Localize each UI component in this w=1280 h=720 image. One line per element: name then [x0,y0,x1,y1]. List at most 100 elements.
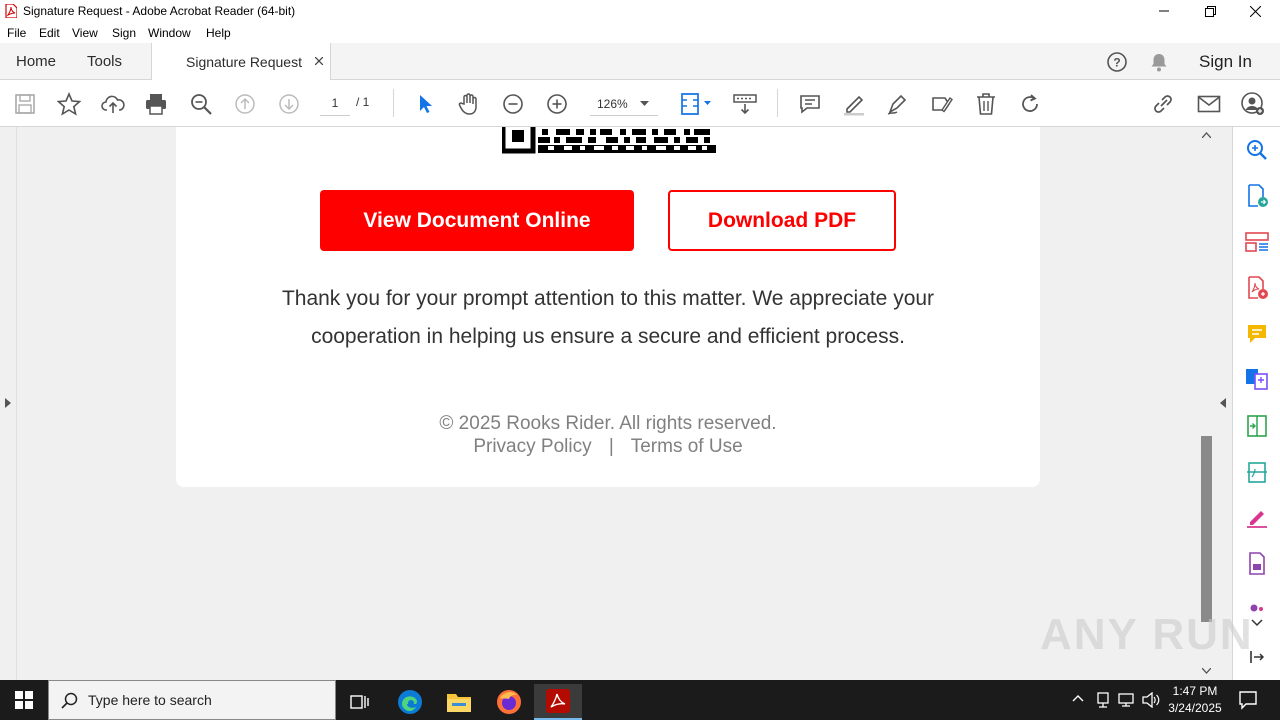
folder-icon [447,694,471,712]
save-button[interactable] [12,91,38,117]
chevron-up-icon[interactable] [1072,694,1084,702]
download-pdf-button[interactable]: Download PDF [668,190,896,251]
page-layout-button[interactable] [676,91,716,117]
create-pdf-tool-button[interactable] [1245,276,1269,300]
expand-left-panel-icon[interactable] [5,398,11,408]
toolbar-divider [393,89,394,117]
scan-ocr-tool-button[interactable] [1245,460,1269,484]
footer-separator: | [608,436,614,457]
copyright-notice: © 2025 Rooks Rider. All rights reserved. [439,413,777,434]
export-pdf-tool-button[interactable] [1245,184,1269,208]
acrobat-reader-icon [546,689,570,713]
view-document-online-button[interactable]: View Document Online [320,190,634,251]
privacy-policy-link[interactable]: Privacy Policy [473,436,591,457]
next-page-button[interactable] [276,91,302,117]
comment-icon [800,95,820,114]
email-button[interactable] [1196,91,1222,117]
page-footer: © 2025 Rooks Rider. All rights reserved.… [176,412,1040,458]
save-icon [15,94,35,114]
notification-center-icon[interactable] [1238,690,1258,710]
page-fit-icon [681,93,711,115]
rotate-button[interactable] [1017,91,1043,117]
minimize-button[interactable] [1141,0,1187,22]
zoom-out-button[interactable] [500,91,526,117]
menu-window[interactable]: Window [148,26,191,40]
tab-home[interactable]: Home [16,43,56,80]
request-signature-tool-button[interactable] [1245,552,1269,576]
menu-sign[interactable]: Sign [112,26,136,40]
pen-draw-icon [887,94,907,115]
collapse-right-panel-icon[interactable] [1220,398,1226,408]
upload-button[interactable] [100,91,126,117]
plus-circle-icon [547,94,567,114]
bookmark-star-button[interactable] [56,91,82,117]
compress-tool-button[interactable] [1245,414,1269,438]
tab-bar: Home Tools Signature Request ? Sign In [0,43,1280,81]
menu-file[interactable]: File [7,26,26,40]
restore-button[interactable] [1187,0,1233,22]
zoom-search-button[interactable] [188,91,214,117]
zoom-in-button[interactable] [544,91,570,117]
hand-tool-button[interactable] [456,91,482,117]
menu-help[interactable]: Help [206,26,231,40]
delete-button[interactable] [973,91,999,117]
share-user-button[interactable] [1240,91,1266,117]
notifications-bell-icon[interactable] [1149,52,1169,72]
thank-you-line-2: cooperation in helping us ensure a secur… [311,325,905,348]
close-icon [1249,5,1261,17]
start-button[interactable] [0,682,48,718]
network-device-icon[interactable] [1096,692,1110,708]
acrobat-app-icon [5,4,17,18]
document-viewport[interactable]: View Document Online Download PDF Thank … [0,127,1232,680]
ethernet-icon[interactable] [1118,692,1136,708]
close-tab-icon[interactable] [315,57,323,65]
combine-files-tool-button[interactable] [1245,368,1269,392]
taskbar-search-box[interactable]: Type here to search [48,680,336,720]
tab-tools[interactable]: Tools [87,43,122,80]
scroll-down-arrow-icon[interactable] [1202,668,1211,674]
share-link-button[interactable] [1151,91,1177,117]
menu-edit[interactable]: Edit [39,26,60,40]
zoom-value: 126% [597,97,628,111]
vertical-scrollbar[interactable] [1199,127,1214,680]
menu-view[interactable]: View [72,26,98,40]
zoom-dropdown[interactable]: 126% [590,92,658,116]
scroll-mode-button[interactable] [732,91,758,117]
comment-tool-button[interactable] [1245,322,1269,346]
export-pdf-icon [1248,184,1268,207]
help-icon[interactable]: ? [1106,51,1128,73]
search-tool-button[interactable] [1245,138,1269,162]
draw-button[interactable] [885,91,911,117]
sign-in-button[interactable]: Sign In [1199,43,1252,80]
previous-page-button[interactable] [232,91,258,117]
organize-pages-icon [1245,232,1269,252]
page-number-input[interactable]: 1 [320,94,350,116]
task-view-button[interactable] [336,684,384,720]
volume-icon[interactable] [1142,692,1160,708]
acrobat-taskbar-button[interactable] [534,684,582,720]
file-explorer-taskbar-button[interactable] [435,684,483,720]
select-tool-button[interactable] [412,91,438,117]
print-button[interactable] [143,91,169,117]
tab-document[interactable]: Signature Request [151,43,331,81]
taskbar-search-placeholder: Type here to search [88,692,212,708]
scrollbar-thumb[interactable] [1201,436,1212,622]
highlight-button[interactable] [841,91,867,117]
zoom-out-magnifier-icon [191,94,212,115]
scroll-up-arrow-icon[interactable] [1202,132,1211,138]
task-view-icon [350,695,369,709]
organize-pages-tool-button[interactable] [1245,230,1269,254]
zoom-search-icon [1247,140,1267,160]
close-window-button[interactable] [1232,0,1278,22]
firefox-taskbar-button[interactable] [485,684,533,720]
fill-and-sign-tool-button[interactable] [1245,506,1269,530]
edge-taskbar-button[interactable] [386,684,434,720]
keyboard-scroll-icon [733,94,757,115]
restore-icon [1204,5,1216,17]
windows-logo-icon [15,691,33,709]
system-clock[interactable]: 1:47 PM 3/24/2025 [1160,683,1230,717]
terms-of-use-link[interactable]: Terms of Use [631,436,743,457]
anyrun-watermark: ANY RUN [1040,610,1254,659]
comment-button[interactable] [797,91,823,117]
fill-sign-button[interactable] [929,91,955,117]
